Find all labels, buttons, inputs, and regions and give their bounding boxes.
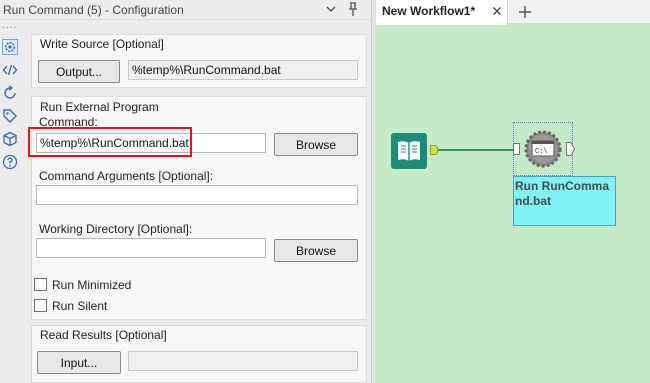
input-button[interactable]: Input... <box>37 351 121 374</box>
input-path-field[interactable] <box>128 351 358 371</box>
run-minimized-checkbox[interactable] <box>34 278 47 291</box>
browse-command-button[interactable]: Browse <box>274 133 358 156</box>
add-tab-icon[interactable] <box>516 3 534 21</box>
working-directory-label: Working Directory [Optional]: <box>39 222 193 236</box>
pin-icon[interactable] <box>345 1 361 17</box>
write-source-title: Write Source [Optional] <box>40 37 164 51</box>
refresh-icon[interactable] <box>2 85 18 101</box>
read-results-title: Read Results [Optional] <box>40 328 167 342</box>
output-anchor[interactable] <box>430 145 438 155</box>
command-label: Command: <box>39 115 98 129</box>
run-silent-label: Run Silent <box>52 299 108 313</box>
tab-title: New Workflow1* <box>382 4 476 18</box>
book-icon <box>398 141 420 161</box>
output-anchor-arrow[interactable] <box>566 142 576 156</box>
browse-directory-button[interactable]: Browse <box>274 239 358 262</box>
terminal-text: C:\ <box>535 148 548 156</box>
connection-line[interactable] <box>438 149 514 151</box>
tab-bar: New Workflow1* <box>376 0 650 25</box>
workflow-canvas[interactable]: C:\ Run RunCommand.bat <box>376 25 650 383</box>
output-button[interactable]: Output... <box>38 60 120 83</box>
config-title: Run Command (5) - Configuration <box>3 3 184 17</box>
input-data-tool[interactable] <box>391 133 427 169</box>
tool-annotation: Run RunCommand.bat <box>513 176 616 226</box>
run-external-title: Run External Program <box>40 100 159 114</box>
cube-icon[interactable] <box>2 131 18 147</box>
tag-icon[interactable] <box>2 108 18 124</box>
command-arguments-label: Command Arguments [Optional]: <box>39 169 214 183</box>
input-anchor[interactable] <box>513 143 520 155</box>
help-icon[interactable] <box>2 154 18 170</box>
code-icon[interactable] <box>2 62 18 78</box>
tab-new-workflow[interactable]: New Workflow1* <box>376 0 508 25</box>
side-rail <box>0 30 22 383</box>
terminal-gear-icon: C:\ <box>524 130 562 168</box>
configuration-panel: Run Command (5) - Configuration .... Wri… <box>0 0 371 383</box>
working-directory-input[interactable] <box>36 238 266 258</box>
run-silent-checkbox[interactable] <box>34 299 47 312</box>
chevron-down-icon[interactable] <box>324 2 338 16</box>
output-path-field[interactable]: %temp%\RunCommand.bat <box>128 60 358 80</box>
config-header: Run Command (5) - Configuration <box>0 0 371 20</box>
close-icon[interactable] <box>492 5 502 15</box>
run-minimized-label: Run Minimized <box>52 278 132 292</box>
run-command-tool[interactable]: C:\ <box>524 130 562 168</box>
workflow-pane: New Workflow1* C:\ Run RunCommand.bat <box>376 0 650 383</box>
gear-icon[interactable] <box>2 39 18 55</box>
command-arguments-input[interactable] <box>36 185 358 205</box>
command-input[interactable]: %temp%\RunCommand.bat <box>36 133 266 153</box>
